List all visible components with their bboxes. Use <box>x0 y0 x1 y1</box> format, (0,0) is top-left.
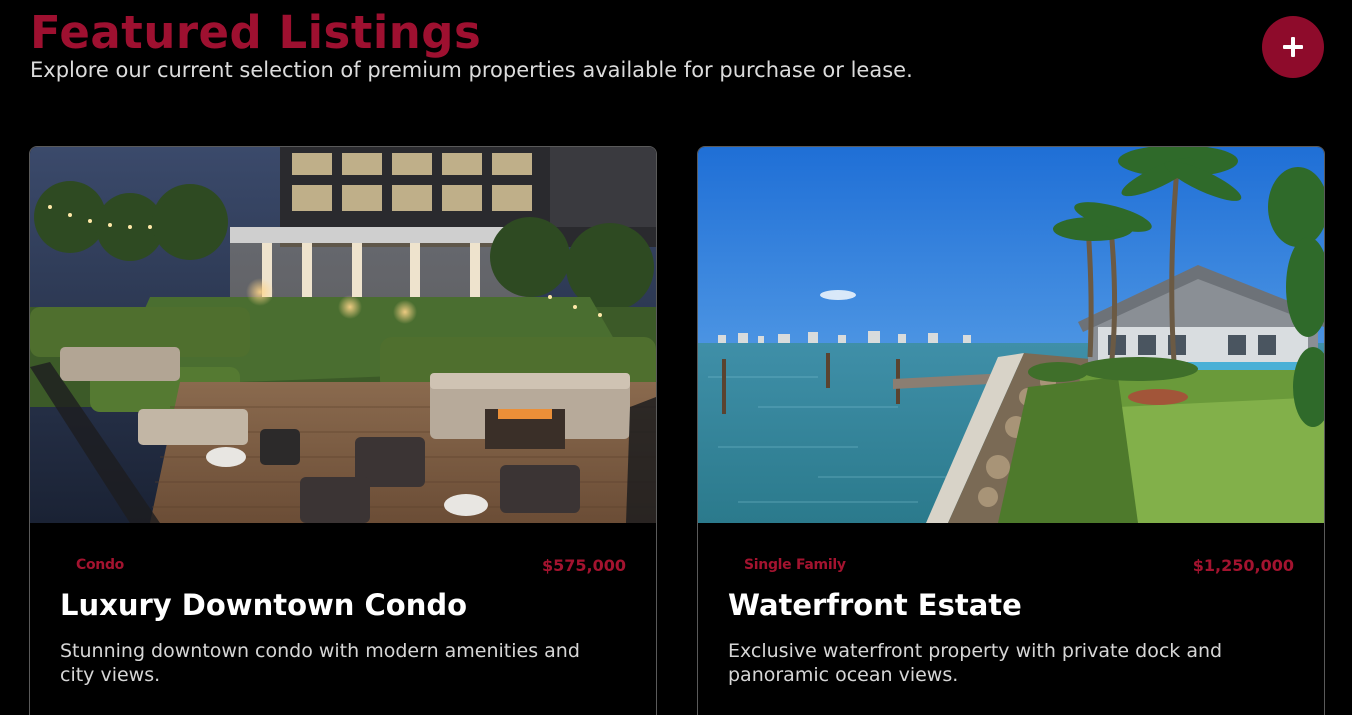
listing-card[interactable]: Single Family $1,250,000 Waterfront Esta… <box>697 146 1325 715</box>
add-listing-button[interactable] <box>1262 16 1324 78</box>
listing-description: Stunning downtown condo with modern amen… <box>60 640 580 686</box>
listing-meta: Condo $575,000 <box>60 553 626 583</box>
plus-icon <box>1283 37 1303 57</box>
listing-title[interactable]: Waterfront Estate <box>728 587 1294 623</box>
rooftop-terrace-image <box>30 147 656 523</box>
property-type-badge: Single Family <box>744 557 846 573</box>
listing-image <box>698 147 1324 523</box>
listing-title[interactable]: Luxury Downtown Condo <box>60 587 626 623</box>
listing-description: Exclusive waterfront property with priva… <box>728 640 1223 686</box>
listing-card[interactable]: Condo $575,000 Luxury Downtown Condo Stu… <box>29 146 657 715</box>
listing-price: $575,000 <box>541 556 626 575</box>
listing-image <box>30 147 656 523</box>
page-subtitle: Explore our current selection of premium… <box>30 58 913 82</box>
listing-price: $1,250,000 <box>1192 556 1294 575</box>
listing-details: Single Family $1,250,000 Waterfront Esta… <box>698 523 1324 687</box>
listing-details: Condo $575,000 Luxury Downtown Condo Stu… <box>30 523 656 687</box>
waterfront-estate-image <box>698 147 1324 523</box>
property-type-badge: Condo <box>76 557 124 573</box>
featured-listings-page: Featured Listings Explore our current se… <box>0 0 1352 715</box>
page-title: Featured Listings <box>30 6 482 59</box>
section-header: Featured Listings Explore our current se… <box>30 6 1230 83</box>
listing-meta: Single Family $1,250,000 <box>728 553 1294 583</box>
